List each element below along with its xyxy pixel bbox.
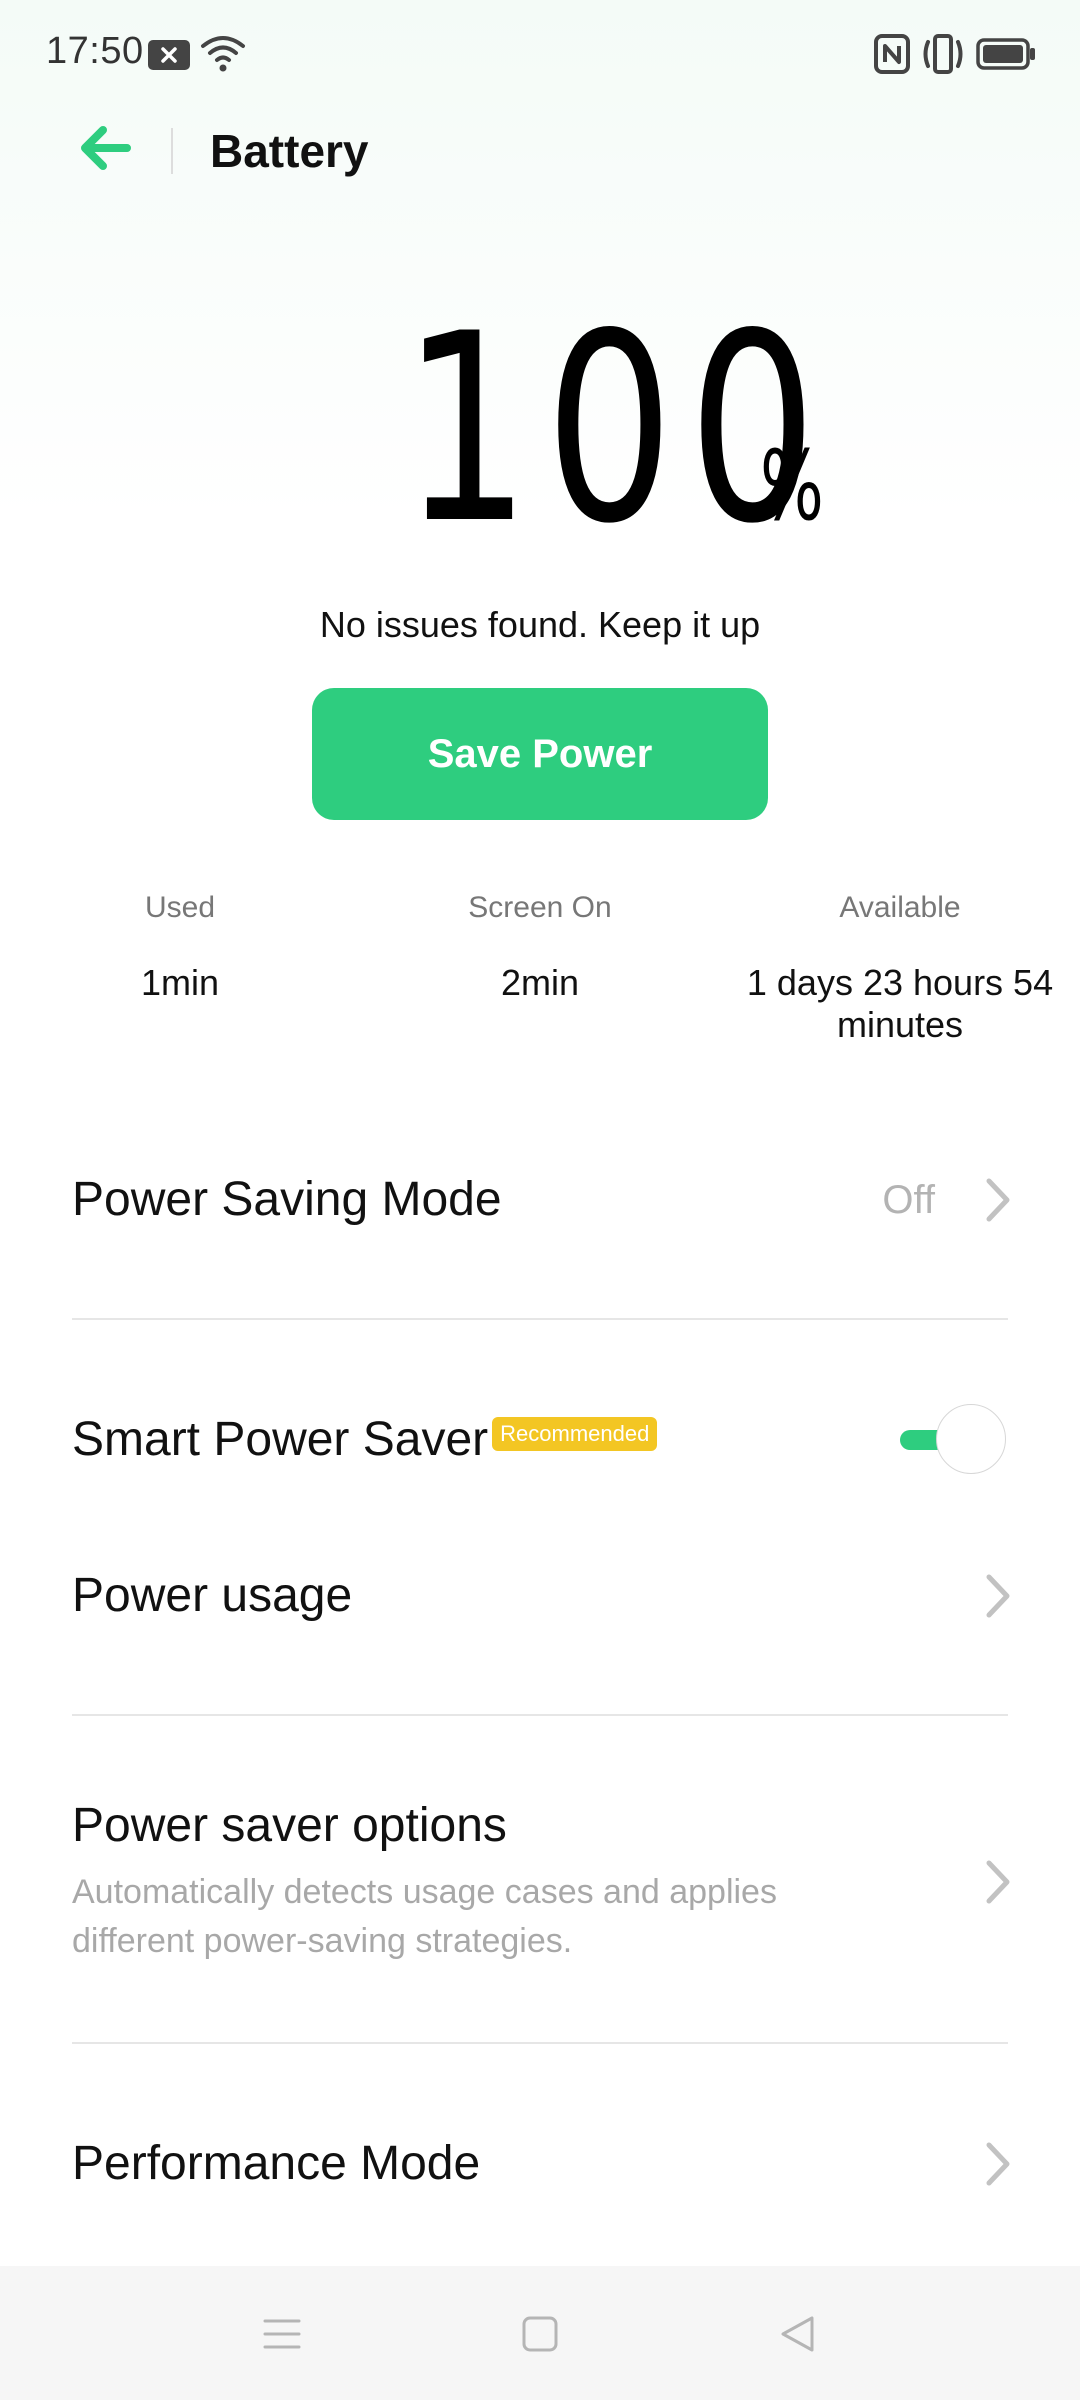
battery-full-icon [976,38,1036,75]
stat-value: 1 days 23 hours 54 minutes [746,962,1054,1045]
power-saving-mode-row[interactable]: Power Saving Mode Off [0,1150,1080,1250]
home-button[interactable] [500,2296,580,2376]
divider [72,1714,1008,1716]
stat-value: 1min [140,962,220,1003]
save-power-button[interactable]: Save Power [312,688,768,820]
recommended-badge: Recommended [492,1417,658,1452]
back-triangle-icon [778,2314,818,2359]
vibrate-icon [920,32,966,81]
menu-icon [262,2316,302,2357]
stat-value: 2min [500,962,580,1003]
battery-percent-unit: % [760,430,824,542]
battery-status-message: No issues found. Keep it up [319,604,761,645]
power-saver-options-subtitle: Automatically detects usage cases and ap… [72,1873,777,1960]
wifi-icon [200,32,246,79]
nfc-icon [874,34,910,79]
power-usage-title: Power usage [72,1569,353,1622]
smart-power-saver-toggle[interactable] [888,1404,1008,1476]
stat-available: Available 1 days 23 hours 54 minutes [720,890,1080,1046]
chevron-right-icon [984,1176,1012,1224]
chevron-right-icon [984,1572,1012,1620]
stat-label: Available [839,891,961,924]
stat-label: Used [144,891,216,924]
battery-screen: 17:50 Battery 100 % No issues found. Kee… [0,0,1080,2400]
system-back-button[interactable] [758,2296,838,2376]
chevron-right-icon [984,1858,1012,1906]
performance-mode-row[interactable]: Performance Mode [0,2114,1080,2214]
smart-power-saver-title: Smart Power Saver Recommended [72,1412,658,1467]
notification-x-icon [148,40,190,75]
home-icon [520,2314,560,2359]
recents-button[interactable] [242,2296,322,2376]
power-saving-mode-value: Off [882,1178,935,1222]
appbar-divider [171,128,173,174]
stat-used: Used 1min [0,890,360,1004]
arrow-left-icon [79,125,131,175]
power-saver-options-row[interactable]: Power saver options Automatically detect… [0,1770,1080,1970]
stat-screen-on: Screen On 2min [360,890,720,1004]
chevron-right-icon [984,2140,1012,2188]
system-nav-bar [0,2266,1080,2400]
page-title: Battery [210,125,369,177]
status-bar: 17:50 [0,0,1080,110]
divider [72,1318,1008,1320]
divider [72,2042,1008,2044]
smart-power-saver-label: Smart Power Saver [72,1413,489,1466]
power-saving-mode-title: Power Saving Mode [72,1173,502,1226]
toggle-knob [936,1404,1006,1474]
power-saver-options-title: Power saver options [72,1799,507,1852]
performance-mode-title: Performance Mode [72,2137,481,2190]
power-usage-row[interactable]: Power usage [0,1546,1080,1646]
status-time: 17:50 [46,30,144,72]
back-button[interactable] [60,110,150,190]
stat-label: Screen On [468,891,612,924]
battery-percent-value: 100 [401,279,832,581]
